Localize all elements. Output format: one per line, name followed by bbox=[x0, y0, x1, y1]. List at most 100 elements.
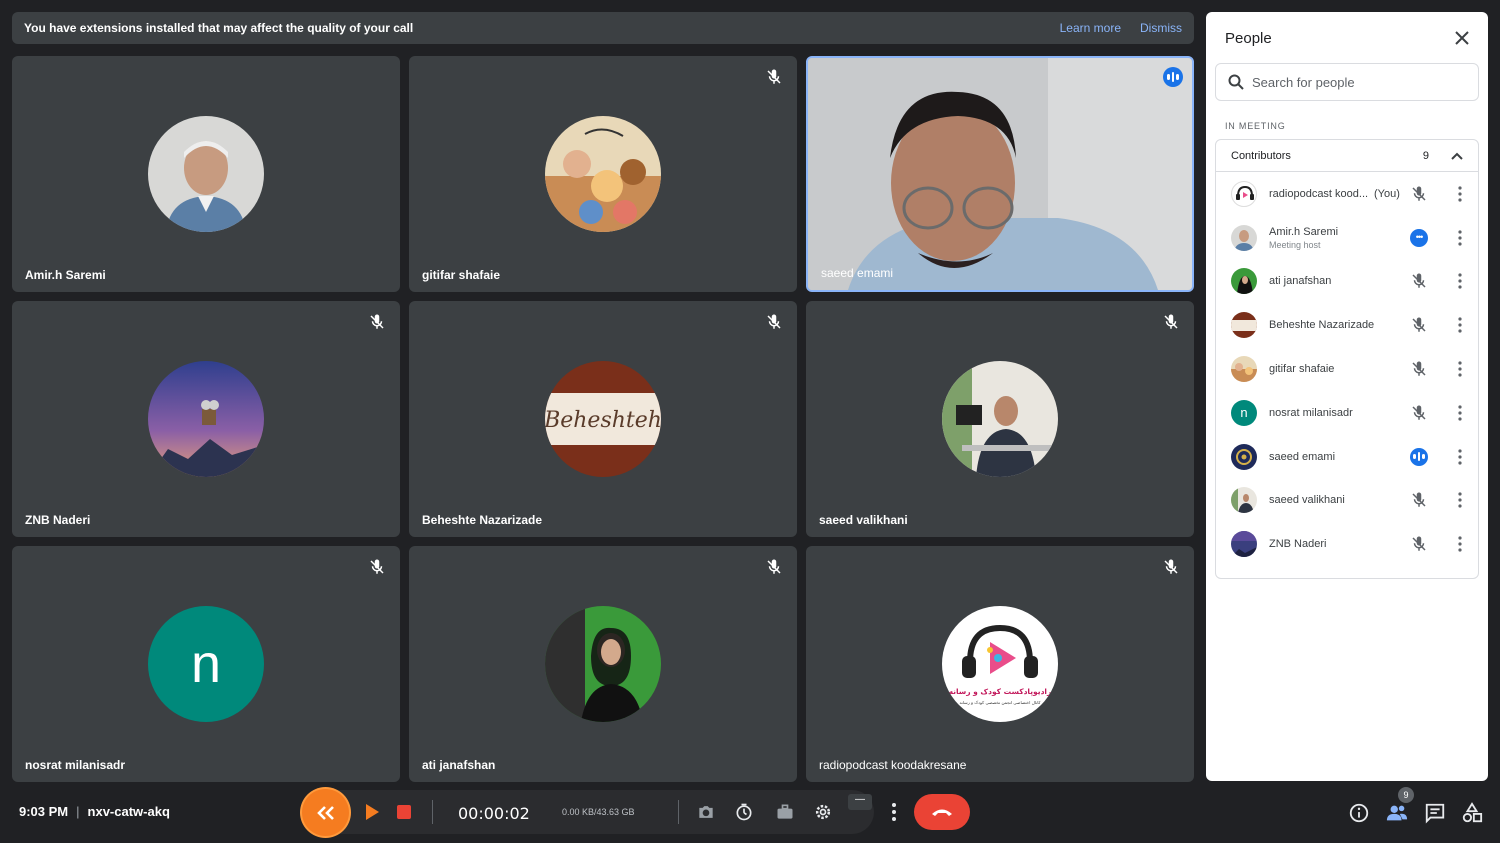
participant-avatar: Beheshteh bbox=[545, 361, 661, 477]
end-call-button[interactable] bbox=[914, 794, 970, 830]
camera-icon[interactable] bbox=[696, 802, 716, 822]
people-icon[interactable] bbox=[1386, 802, 1408, 824]
contributors-header[interactable]: Contributors 9 bbox=[1216, 140, 1478, 172]
mic-off-icon bbox=[1412, 405, 1426, 420]
search-input[interactable] bbox=[1252, 74, 1462, 90]
stop-icon[interactable] bbox=[394, 802, 414, 822]
contributors-list: Contributors 9 radiopodcast kood... (You… bbox=[1215, 139, 1479, 579]
more-vert-icon[interactable] bbox=[1458, 230, 1462, 246]
mic-off-icon bbox=[1164, 559, 1178, 574]
avatar-text: Beheshteh bbox=[545, 408, 661, 433]
person-name: ati janafshan bbox=[1269, 275, 1332, 288]
people-count-badge: 9 bbox=[1398, 787, 1414, 803]
participant-tile[interactable]: n nosrat milanisadr bbox=[12, 546, 400, 782]
divider bbox=[432, 800, 433, 824]
person-name: gitifar shafaie bbox=[1269, 363, 1335, 376]
double-chevron-left-icon bbox=[316, 805, 334, 820]
participant-name: saeed emami bbox=[821, 266, 894, 280]
participant-tile[interactable]: gitifar shafaie bbox=[409, 56, 797, 292]
in-meeting-label: IN MEETING bbox=[1225, 121, 1286, 131]
participant-avatar bbox=[545, 606, 661, 722]
mic-off-icon bbox=[370, 559, 384, 574]
list-item[interactable]: saeed emami bbox=[1216, 435, 1478, 479]
close-icon[interactable] bbox=[1454, 30, 1470, 46]
participant-avatar bbox=[545, 116, 661, 232]
participant-tile[interactable]: Amir.h Saremi bbox=[12, 56, 400, 292]
mic-off-icon bbox=[767, 559, 781, 574]
participant-tile[interactable]: Beheshteh Beheshte Nazarizade bbox=[409, 301, 797, 537]
more-vert-icon[interactable] bbox=[1458, 449, 1462, 465]
recording-size: 0.00 KB/43.63 GB bbox=[562, 807, 635, 817]
more-vert-icon[interactable] bbox=[1458, 273, 1462, 290]
avatar bbox=[1231, 356, 1257, 383]
meeting-code[interactable]: nxv-catw-akq bbox=[88, 804, 170, 819]
person-name: ZNB Naderi bbox=[1269, 538, 1327, 551]
participant-name: Amir.h Saremi bbox=[25, 268, 106, 282]
more-vert-icon[interactable] bbox=[1458, 492, 1462, 509]
meeting-info: 9:03 PM | nxv-catw-akq bbox=[19, 804, 170, 819]
list-item[interactable]: ati janafshan bbox=[1216, 260, 1478, 304]
participant-name: radiopodcast koodakresane bbox=[819, 758, 967, 772]
mic-off-icon bbox=[1412, 186, 1426, 201]
participant-name: ati janafshan bbox=[422, 758, 496, 772]
person-name: Amir.h Saremi bbox=[1269, 225, 1339, 238]
participant-tile[interactable]: saeed valikhani bbox=[806, 301, 1194, 537]
person-name: saeed valikhani bbox=[1269, 494, 1345, 507]
participant-tile[interactable]: ati janafshan bbox=[409, 546, 797, 782]
headphones-logo-icon: رادیوپادکست کودک و رسانه کانال اختصاصی ا… bbox=[949, 624, 1052, 705]
info-icon[interactable] bbox=[1348, 802, 1370, 824]
speaking-indicator-icon bbox=[1410, 447, 1428, 466]
minimize-button[interactable]: — bbox=[848, 794, 872, 810]
contributors-label: Contributors bbox=[1231, 149, 1291, 162]
list-item[interactable]: saeed valikhani bbox=[1216, 479, 1478, 523]
search-box[interactable] bbox=[1215, 63, 1479, 101]
more-vert-icon[interactable] bbox=[1458, 405, 1462, 421]
play-icon[interactable] bbox=[362, 802, 382, 822]
avatar bbox=[1231, 312, 1257, 339]
dismiss-button[interactable]: Dismiss bbox=[1140, 21, 1182, 35]
list-item[interactable]: Amir.h Saremi Meeting host ••• bbox=[1216, 216, 1478, 260]
participant-tile[interactable]: ZNB Naderi bbox=[12, 301, 400, 537]
extensions-banner: You have extensions installed that may a… bbox=[12, 12, 1194, 44]
rewind-button[interactable] bbox=[302, 789, 349, 836]
mic-off-icon bbox=[767, 69, 781, 84]
avatar-initial: n bbox=[1240, 405, 1248, 421]
participant-name: saeed valikhani bbox=[819, 513, 908, 527]
list-item[interactable]: ZNB Naderi bbox=[1216, 522, 1478, 566]
mic-off-icon bbox=[1412, 273, 1426, 289]
chat-icon[interactable] bbox=[1424, 802, 1446, 824]
chevron-up-icon[interactable] bbox=[1451, 152, 1463, 160]
gear-icon[interactable] bbox=[813, 802, 833, 822]
activities-icon[interactable] bbox=[1461, 802, 1483, 824]
active-speaker-tile[interactable]: saeed emami bbox=[806, 56, 1194, 292]
avatar-initial: n bbox=[190, 634, 222, 694]
mic-off-icon bbox=[1412, 492, 1426, 508]
clock-time: 9:03 PM bbox=[19, 804, 69, 819]
more-vert-icon[interactable] bbox=[1458, 536, 1462, 552]
mic-off-icon bbox=[1412, 536, 1426, 552]
more-vert-icon[interactable] bbox=[1458, 186, 1462, 202]
list-item[interactable]: n nosrat milanisadr bbox=[1216, 391, 1478, 435]
panel-title: People bbox=[1225, 30, 1272, 47]
mic-off-icon bbox=[767, 314, 781, 329]
more-vert-icon[interactable] bbox=[1458, 361, 1462, 377]
list-item[interactable]: Beheshte Nazarizade bbox=[1216, 303, 1478, 347]
you-label: (You) bbox=[1374, 187, 1400, 200]
banner-message: You have extensions installed that may a… bbox=[24, 21, 414, 35]
timer-icon[interactable] bbox=[734, 802, 754, 822]
screen-recorder-toolbar: 00:00:02 0.00 KB/43.63 GB — bbox=[302, 789, 874, 836]
list-item[interactable]: gitifar shafaie bbox=[1216, 347, 1478, 391]
more-vert-icon bbox=[892, 803, 896, 821]
more-vert-icon[interactable] bbox=[1458, 317, 1462, 333]
list-item[interactable]: radiopodcast kood... (You) bbox=[1216, 172, 1478, 216]
person-name: Beheshte Nazarizade bbox=[1269, 319, 1375, 332]
logo-text: رادیوپادکست کودک و رسانه bbox=[949, 687, 1052, 696]
avatar bbox=[1231, 487, 1257, 514]
participant-avatar bbox=[148, 361, 264, 477]
learn-more-link[interactable]: Learn more bbox=[1060, 21, 1121, 35]
more-options-icon: ••• bbox=[1410, 228, 1428, 247]
toolbox-icon[interactable] bbox=[775, 802, 795, 822]
more-options-button[interactable] bbox=[880, 795, 908, 829]
participant-tile[interactable]: رادیوپادکست کودک و رسانه کانال اختصاصی ا… bbox=[806, 546, 1194, 782]
person-name: nosrat milanisadr bbox=[1269, 406, 1353, 419]
